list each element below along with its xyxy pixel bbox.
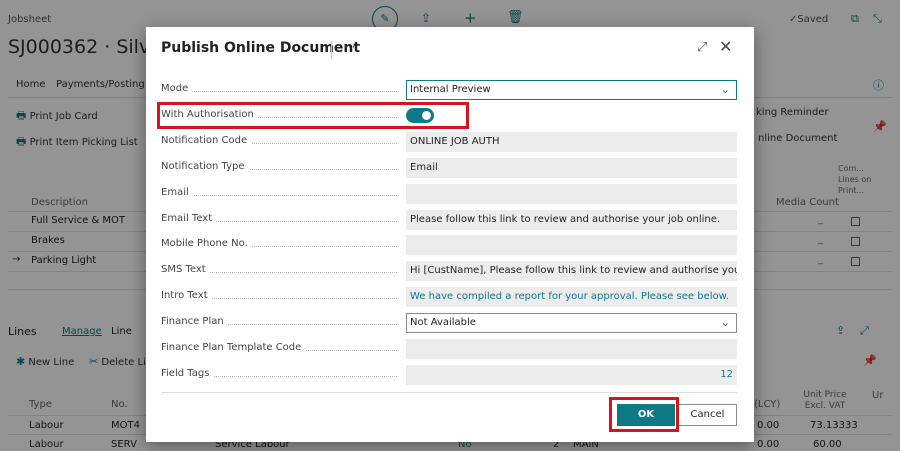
field-label: With Authorisation xyxy=(161,109,258,120)
finance-plan-template-field[interactable] xyxy=(406,339,737,359)
field-label: Mobile Phone No. xyxy=(161,238,252,249)
field-mode: Mode Internal Preview ⌄ xyxy=(161,80,737,100)
email-field[interactable] xyxy=(406,184,737,204)
field-email: Email xyxy=(161,184,737,204)
mode-select[interactable]: Internal Preview ⌄ xyxy=(406,80,737,100)
field-notification-code: Notification Code ONLINE JOB AUTH xyxy=(161,132,737,152)
field-finance-plan: Finance Plan Not Available ⌄ xyxy=(161,313,737,333)
expand-icon[interactable]: ⤢ xyxy=(697,40,707,55)
field-label: SMS Text xyxy=(161,264,210,275)
field-sms-text: SMS Text Hi [CustName], Please follow th… xyxy=(161,261,737,281)
notification-type-field[interactable]: Email xyxy=(406,158,737,178)
field-label: Finance Plan xyxy=(161,316,228,327)
field-intro-text: Intro Text We have compiled a report for… xyxy=(161,287,737,307)
more-options-icon[interactable]: ··· xyxy=(344,40,355,54)
field-label: Email Text xyxy=(161,213,217,224)
field-label: Finance Plan Template Code xyxy=(161,342,306,353)
field-email-text: Email Text Please follow this link to re… xyxy=(161,210,737,230)
field-notification-type: Notification Type Email xyxy=(161,158,737,178)
finance-plan-select[interactable]: Not Available ⌄ xyxy=(406,313,737,333)
sms-text-field[interactable]: Hi [CustName], Please follow this link t… xyxy=(406,261,737,281)
field-field-tags: Field Tags 12 xyxy=(161,365,737,385)
field-label: Field Tags xyxy=(161,368,214,379)
field-finance-plan-template: Finance Plan Template Code xyxy=(161,339,737,359)
highlight-ok-button xyxy=(609,397,679,432)
field-label: Notification Type xyxy=(161,161,249,172)
intro-text-field[interactable]: We have compiled a report for your appro… xyxy=(406,287,737,307)
cancel-button[interactable]: Cancel xyxy=(678,404,737,426)
chevron-down-icon: ⌄ xyxy=(720,316,730,329)
publish-online-document-dialog: Publish Online Document ··· ⤢ ✕ Mode Int… xyxy=(146,27,754,442)
field-tags-field[interactable]: 12 xyxy=(406,365,737,385)
mobile-phone-field[interactable] xyxy=(406,235,737,255)
field-label: Notification Code xyxy=(161,135,252,146)
field-label: Email xyxy=(161,187,193,198)
notification-code-field[interactable]: ONLINE JOB AUTH xyxy=(406,132,737,152)
close-icon[interactable]: ✕ xyxy=(719,37,732,56)
email-text-field[interactable]: Please follow this link to review and au… xyxy=(406,210,737,230)
field-label: Intro Text xyxy=(161,290,212,301)
field-label: Mode xyxy=(161,83,193,94)
chevron-down-icon: ⌄ xyxy=(720,83,730,96)
field-mobile-phone: Mobile Phone No. xyxy=(161,235,737,255)
